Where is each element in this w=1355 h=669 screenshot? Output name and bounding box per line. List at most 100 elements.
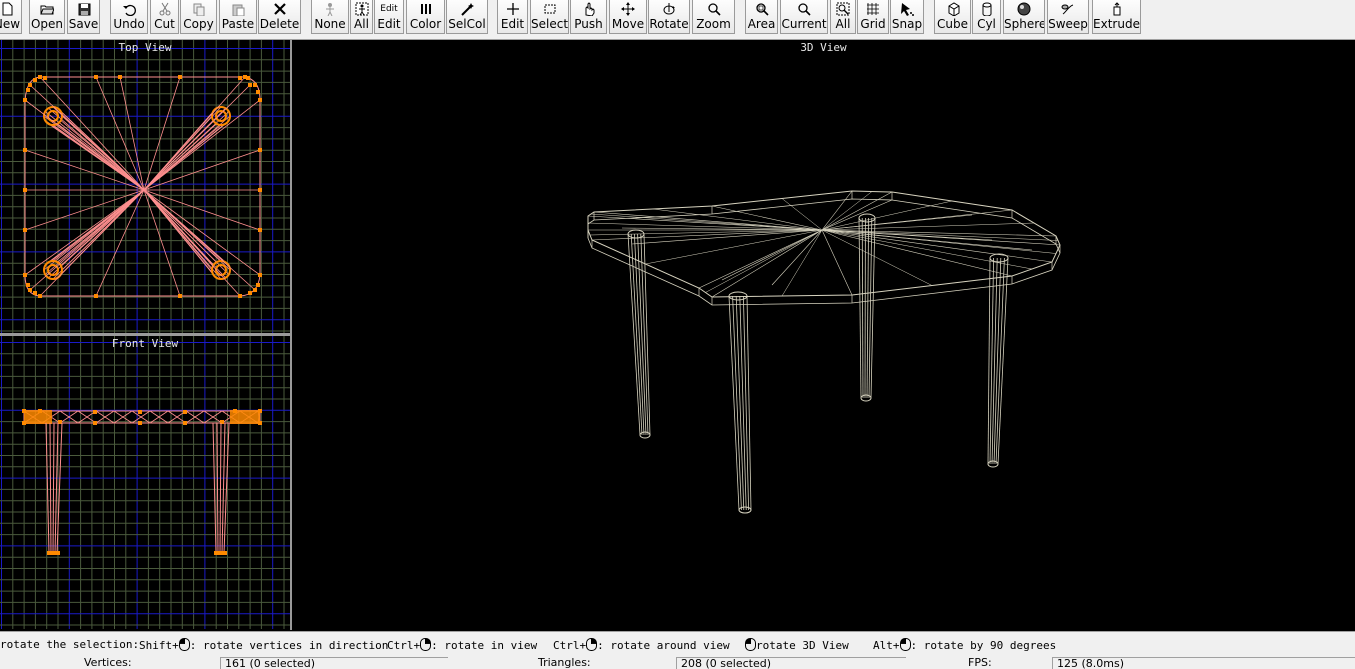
vertex [33,78,37,82]
toolbar-button-snap-23[interactable]: Snap [890,0,924,34]
toolbar-button-current-20[interactable]: Current [780,0,828,34]
vertex [178,75,182,79]
vertex [23,273,27,277]
vertices-label: Vertices: [84,656,132,669]
leg-foot [639,431,651,439]
toolbar-button-undo-3[interactable]: Undo [110,0,148,34]
toolbar-button-sweep-27[interactable]: Sweep [1047,0,1089,34]
status-bar: Vertices: 161 (0 selected) Triangles: 20… [0,655,1355,669]
wire-edge [711,229,823,298]
vertex-cluster [230,410,260,424]
hint-modifier: Ctrl+ [553,639,587,652]
toolbar-button-edit-13[interactable]: Edit [497,0,528,34]
copy-icon [181,1,216,17]
toolbar-button-label: None [314,17,346,31]
toolbar-button-sphere-26[interactable]: Sphere [1003,0,1045,34]
toolbar-button-extrude-28[interactable]: Extrude [1092,0,1141,34]
hint-alt-rotate-90: Alt+: rotate by 90 degrees [873,638,1056,652]
toolbar-button-cut-4[interactable]: Cut [150,0,179,34]
grid-icon [858,1,888,17]
vertex [253,288,257,292]
table-top-underside [587,198,1061,306]
vertex [246,76,250,80]
toolbar-button-cyl-25[interactable]: Cyl [972,0,1001,34]
toolbar-button-label: All [835,17,851,31]
toolbar-button-label: Area [747,17,776,31]
wire-edge [821,199,893,231]
mesh-edge [143,189,241,297]
zoom-current-icon [781,1,827,17]
leg-foot [987,460,999,468]
open-folder-icon [30,1,64,17]
leg-top [858,213,876,223]
hint-rotate-3d: rotate 3D View [745,638,849,652]
front-view-viewport[interactable]: Front View [0,336,290,629]
top-view-viewport[interactable]: Top View [0,40,290,333]
top-view-canvas[interactable] [0,40,290,333]
toolbar-button-area-19[interactable]: Area [745,0,778,34]
right-button-mouse-icon [586,638,598,651]
leg-edge [866,217,869,399]
leg-edge [627,233,641,436]
toolbar-button-delete-7[interactable]: Delete [258,0,301,34]
toolbar-button-all-21[interactable]: All [830,0,856,34]
front-view-canvas[interactable] [0,336,290,629]
toolbar-button-selcol-12[interactable]: SelCol [446,0,488,34]
toolbar-button-rotate-17[interactable]: Rotate [648,0,690,34]
select-all-icon [351,1,372,17]
save-disk-icon [68,1,99,17]
toolbar-button-grid-22[interactable]: Grid [857,0,889,34]
toolbar-button-select-14[interactable]: Select [530,0,569,34]
vertex [138,410,142,414]
triangles-count: 208 (0 selected) [676,657,906,669]
leg-edge [630,233,643,436]
fps-value: 125 (8.0ms) [1052,657,1355,669]
toolbar-button-label: Cube [937,17,968,31]
toolbar-button-all-9[interactable]: All [350,0,373,34]
edit-icon-text: Edit [380,4,398,14]
vertex [93,410,97,414]
toolbar-button-open-1[interactable]: Open [29,0,65,34]
toolbar-button-copy-5[interactable]: Copy [180,0,217,34]
toolbar-button-move-16[interactable]: Move [609,0,647,34]
mesh-edge [57,189,145,263]
toolbar-button-label: Cut [154,17,175,31]
toolbar-button-color-11[interactable]: Color [406,0,445,34]
toolbar-button-new-0[interactable]: New [0,0,22,34]
hint-ctrl-right-click-around: Ctrl+: rotate around view [553,638,730,652]
right-button-mouse-icon [420,638,432,651]
vertex [256,90,260,94]
vertex [183,421,187,425]
toolbar-button-label: Zoom [696,17,731,31]
fps-label: FPS: [968,656,992,669]
toolbar-button-none-8[interactable]: None [311,0,349,34]
hint-shift-left-click: Shift+: rotate vertices in direction [139,638,388,652]
toolbar-button-label: Paste [221,17,255,31]
leg-edge [49,422,52,554]
3d-view-viewport[interactable]: 3D View [292,40,1355,630]
toolbar-button-zoom-18[interactable]: Zoom [692,0,735,34]
toolbar-button-edit-10[interactable]: Edit Edit [374,0,404,34]
toolbar-button-label: Sphere [1004,17,1045,31]
magic-wand-icon [447,1,487,17]
leg-edge [861,217,864,399]
toolbar-button-paste-6[interactable]: Paste [219,0,257,34]
toolbar-button-push-15[interactable]: Push [570,0,607,34]
toolbar-button-label: Select [531,17,569,31]
top-view-title: Top View [118,41,172,54]
hint-ctrl-right-click-view: Ctrl+: rotate in view [387,638,537,652]
toolbar-button-cube-24[interactable]: Cube [934,0,971,34]
vertices-count: 161 (0 selected) [220,657,448,669]
wire-edge [821,229,1013,277]
hint-rotate-selection: rotate the selection: [0,638,139,651]
wire-edge [593,211,823,231]
cube-icon [935,1,970,17]
toolbar-button-save-2[interactable]: Save [67,0,100,34]
zoom-all-icon [831,1,855,17]
hint-text: : rotate in view [431,639,538,652]
leg-foot [47,551,60,555]
toolbar-button-label: Edit [500,17,525,31]
3d-view-canvas[interactable] [292,40,1355,630]
table-wireframe-3d [587,190,1061,514]
toolbar-button-label: Push [574,17,603,31]
